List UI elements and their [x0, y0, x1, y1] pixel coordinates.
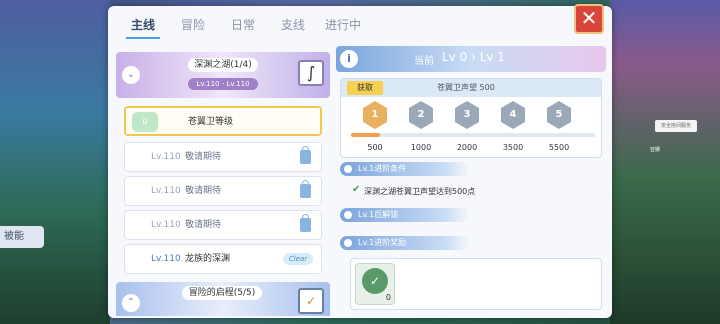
level-to: Lv 1: [479, 50, 505, 64]
reward-qty: 0: [385, 293, 391, 302]
chapter-level-range: Lv.110 - Lv.110: [188, 78, 258, 90]
level-from: Lv 0: [442, 50, 468, 64]
quest-name: 敬请期待: [185, 152, 222, 162]
npc-label: 安全房间服务: [655, 120, 697, 132]
info-icon[interactable]: i: [340, 50, 358, 68]
quest-item[interactable]: Lv.110 龙族的深渊 Clear: [124, 244, 322, 274]
threshold-value: 3500: [502, 143, 524, 152]
tab-side[interactable]: 支线: [268, 12, 318, 39]
progress-title: 苍翼卫声望 500: [437, 83, 495, 92]
chevron-right-icon: ›: [471, 50, 480, 64]
quest-name: 龙族的深渊: [185, 254, 231, 264]
threshold-value: 500: [367, 143, 383, 152]
chapter-header[interactable]: ⌃ 冒险的启程(5/5) ✓: [116, 282, 330, 316]
checkmark-icon: ✔: [352, 184, 361, 195]
quest-item[interactable]: Lv.110 敬请期待: [124, 210, 322, 240]
rank-medal-icon: 5: [547, 101, 571, 129]
lock-icon: [300, 146, 311, 164]
condition-text: 深渊之湖苍翼卫声望达到500点: [364, 187, 476, 196]
side-chip[interactable]: 被能: [0, 226, 44, 248]
threshold-value: 5500: [548, 143, 570, 152]
rank-medal-icon: 4: [501, 101, 525, 129]
threshold-value: 2000: [456, 143, 478, 152]
chapter-title: 冒险的启程(5/5): [182, 286, 262, 300]
chapter-header[interactable]: ⌄ 深渊之湖(1/4) Lv.110 - Lv.110 ∫: [116, 52, 330, 98]
game-world-left: [0, 0, 110, 324]
level-header: i 当前 Lv 0 › Lv 1: [336, 46, 606, 72]
threshold-value: 1000: [410, 143, 432, 152]
quest-level: Lv.110: [151, 254, 181, 264]
quest-name: 敬请期待: [185, 220, 222, 230]
lock-icon: [300, 214, 311, 232]
section-unlock: Lv.1后解锁: [340, 208, 470, 222]
reward-item[interactable]: ✓ 0: [355, 263, 395, 305]
quest-level: Lv.110: [151, 220, 181, 230]
quest-detail: i 当前 Lv 0 › Lv 1 获取 苍翼卫声望 500 1 2 3 4 5 …: [336, 46, 606, 314]
quest-item[interactable]: Lv.110 敬请期待: [124, 176, 322, 206]
tab-daily[interactable]: 日常: [218, 12, 268, 39]
tab-adventure[interactable]: 冒险: [168, 12, 218, 39]
tab-main[interactable]: 主线: [118, 12, 168, 39]
quest-level: Lv.110: [151, 152, 181, 162]
section-label: Lv.1进阶奖励: [358, 238, 407, 247]
clear-badge: Clear: [283, 253, 313, 265]
feather-icon: ∫: [298, 60, 324, 86]
quest-list: ⌄ 深渊之湖(1/4) Lv.110 - Lv.110 ∫ 0 苍翼卫等级 Lv…: [116, 52, 330, 316]
section-label: Lv.1进阶条件: [358, 164, 407, 173]
reputation-progress: 获取 苍翼卫声望 500 1 2 3 4 5 500 1000 2000 350…: [340, 78, 602, 158]
chevron-down-icon[interactable]: ⌄: [122, 66, 140, 84]
quest-panel: 主线 冒险 日常 支线 进行中 ✕ ⌄ 深渊之湖(1/4) Lv.110 - L…: [108, 4, 612, 318]
section-condition: Lv.1进阶条件: [340, 162, 470, 176]
rank-medal-icon: 1: [363, 101, 387, 129]
level-transition: Lv 0 › Lv 1: [442, 50, 505, 64]
lock-icon: [300, 180, 311, 198]
get-button[interactable]: 获取: [347, 81, 383, 95]
game-world-right: [610, 0, 720, 324]
quest-level: Lv.110: [151, 186, 181, 196]
quest-item[interactable]: Lv.110 敬请期待: [124, 142, 322, 172]
rank-medal-icon: 3: [455, 101, 479, 129]
rank-medal-icon: 2: [409, 101, 433, 129]
chevron-up-icon[interactable]: ⌃: [122, 294, 140, 312]
quest-name: 敬请期待: [185, 186, 222, 196]
progress-bar: [351, 133, 595, 137]
section-reward: Lv.1进阶奖励: [340, 236, 470, 250]
quest-item-selected[interactable]: 0 苍翼卫等级: [124, 106, 322, 136]
tab-bar: 主线 冒险 日常 支线 进行中: [118, 12, 368, 39]
close-button[interactable]: ✕: [574, 4, 604, 34]
checklist-icon: ✓: [298, 288, 324, 314]
npc-name: 亚娜: [650, 147, 661, 153]
quest-name: 苍翼卫等级: [188, 117, 234, 127]
reward-box: ✓ 0: [350, 258, 602, 310]
chapter-title: 深渊之湖(1/4): [188, 58, 258, 72]
current-label: 当前: [414, 56, 434, 67]
progress-fill: [351, 133, 381, 137]
section-label: Lv.1后解锁: [358, 210, 399, 219]
shield-badge-icon: 0: [132, 112, 158, 132]
tab-in-progress[interactable]: 进行中: [318, 12, 368, 39]
reputation-icon: ✓: [362, 268, 388, 294]
